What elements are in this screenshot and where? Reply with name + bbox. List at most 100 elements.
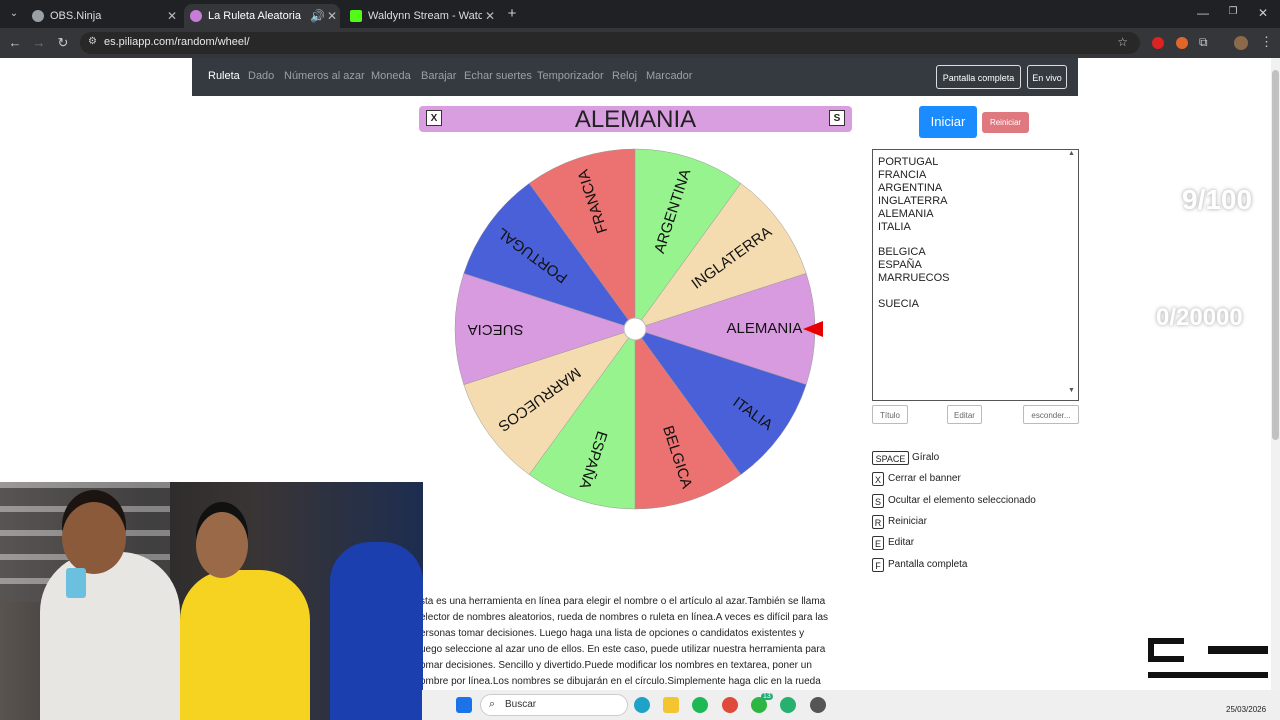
shortcut-key: SPACE <box>872 451 909 465</box>
windows-start-icon[interactable] <box>456 697 472 713</box>
tab-waldynn-stream[interactable]: Waldynn Stream - Watch Live o ✕ <box>344 4 498 28</box>
fullscreen-button[interactable]: Pantalla completa <box>936 65 1021 89</box>
edge-icon[interactable] <box>634 697 650 713</box>
names-textarea[interactable]: PORTUGAL FRANCIA ARGENTINA INGLATERRA ALEMAN… <box>872 149 1079 401</box>
file-explorer-icon[interactable] <box>663 697 679 713</box>
scroll-up-icon[interactable]: ▲ <box>1068 150 1075 157</box>
nav-item-echar-suertes[interactable]: Echar suertes <box>464 70 532 82</box>
wheel-center-hub[interactable] <box>623 317 647 341</box>
shortcut-description: Cerrar el banner <box>888 473 961 485</box>
window-close-icon[interactable]: ✕ <box>1256 6 1270 20</box>
page-scrollbar[interactable] <box>1271 58 1280 690</box>
title-button[interactable]: Título <box>872 405 908 424</box>
hide-button[interactable]: esconder... <box>1023 405 1079 424</box>
chrome-icon[interactable] <box>722 697 738 713</box>
person-right <box>330 542 423 720</box>
overlay-counter-subs: 0/20000 <box>1156 304 1243 331</box>
reset-button[interactable]: Reiniciar <box>982 112 1029 133</box>
description-line: sta es una herramienta en línea para ele… <box>420 596 826 607</box>
live-button[interactable]: En vivo <box>1027 65 1067 89</box>
app-green-icon[interactable] <box>780 697 796 713</box>
clock-date: 25/03/2026 <box>1226 705 1267 714</box>
overlay-counter-goal: 9/100 <box>1182 184 1253 215</box>
wheel[interactable]: ALEMANIAITALIABELGICAESPAÑAMARRUECOSSUEC… <box>450 143 830 515</box>
profile-avatar[interactable] <box>1234 36 1248 50</box>
description-line: ombre por línea.Los nombres se dibujarán… <box>420 676 821 687</box>
taskbar-search[interactable]: ⌕ Buscar <box>480 694 628 716</box>
taskbar: ⌕ Buscar 13 25/03/2026 <box>422 690 1280 720</box>
scroll-down-icon[interactable]: ▼ <box>1068 387 1075 394</box>
extension-red-icon[interactable] <box>1152 37 1164 49</box>
person-middle <box>180 570 310 720</box>
url-text: es.piliapp.com/random/wheel/ <box>104 36 250 48</box>
site-navbar: Ruleta Dado Números al azar Moneda Baraj… <box>192 58 1078 96</box>
extensions-puzzle-icon[interactable]: ⧉ <box>1199 35 1208 50</box>
search-icon: ⌕ <box>489 698 496 710</box>
nav-item-dado[interactable]: Dado <box>248 70 274 82</box>
textarea-line: MARRUECOS <box>878 272 950 285</box>
forward-icon[interactable]: → <box>30 34 48 52</box>
tab-close-icon[interactable]: ✕ <box>482 9 498 23</box>
whatsapp-badge: 13 <box>761 693 773 700</box>
kick-favicon-icon <box>350 10 362 22</box>
shortcut-key: R <box>872 514 884 529</box>
shortcut-key: E <box>872 536 884 551</box>
shortcut-description: Reiniciar <box>888 515 927 527</box>
wheel-segment-label: ALEMANIA <box>727 320 803 337</box>
description-line: omar decisiones. Sencillo y divertido.Pu… <box>420 660 812 671</box>
shortcut-description: Pantalla completa <box>888 558 968 570</box>
tab-obs-ninja[interactable]: OBS.Ninja ✕ <box>26 4 180 28</box>
tab-list-button[interactable]: ⌄ <box>6 6 22 22</box>
nav-item-ruleta[interactable]: Ruleta <box>208 70 240 82</box>
obs-ninja-favicon-icon <box>32 10 44 22</box>
new-tab-button[interactable]: + <box>504 5 520 23</box>
nav-item-marcador[interactable]: Marcador <box>646 70 692 82</box>
nav-item-reloj[interactable]: Reloj <box>612 70 637 82</box>
shortcut-description: Gíralo <box>912 452 940 463</box>
speaker-icon[interactable]: 🔊 <box>310 9 325 23</box>
page-scrollbar-thumb[interactable] <box>1272 70 1279 440</box>
nav-item-numeros-al-azar[interactable]: Números al azar <box>284 70 365 82</box>
textarea-line: ALEMANIA <box>878 207 934 220</box>
back-icon[interactable]: ← <box>6 34 24 52</box>
hide-selected-button[interactable]: S <box>829 110 845 126</box>
search-label: Buscar <box>505 699 537 710</box>
nav-item-barajar[interactable]: Barajar <box>421 70 456 82</box>
address-bar[interactable]: ⚙ es.piliapp.com/random/wheel/ ☆ <box>80 32 1140 54</box>
person-middle-head <box>196 512 248 578</box>
extension-orange-icon[interactable] <box>1176 37 1188 49</box>
restore-icon[interactable]: ❐ <box>1226 6 1240 17</box>
nav-item-moneda[interactable]: Moneda <box>371 70 411 82</box>
reload-icon[interactable]: ↻ <box>54 34 72 52</box>
bookmark-star-icon[interactable]: ☆ <box>1117 35 1128 49</box>
textarea-line: SUECIA <box>878 297 919 310</box>
tab-close-icon[interactable]: ✕ <box>164 9 180 23</box>
textarea-line: ARGENTINA <box>878 181 943 194</box>
textarea-line: INGLATERRA <box>878 194 948 207</box>
person-left <box>40 552 180 720</box>
textarea-line: ESPAÑA <box>878 259 922 272</box>
textarea-scrollbar[interactable]: ▲ ▼ <box>1068 150 1076 398</box>
minimize-icon[interactable]: — <box>1196 6 1210 20</box>
edit-button[interactable]: Editar <box>947 405 982 424</box>
tab-title: La Ruleta Aleatoria <box>208 10 301 22</box>
textarea-line: BELGICA <box>878 246 926 259</box>
nav-item-temporizador[interactable]: Temporizador <box>537 70 604 82</box>
tab-title: Waldynn Stream - Watch Live o <box>368 10 482 22</box>
description-line: uego seleccione al azar uno de ellos. En… <box>420 644 826 655</box>
shortcut-key: X <box>872 472 884 487</box>
stream-overlay: 9/100 0/20000 <box>1110 180 1280 700</box>
description-text: sta es una herramienta en línea para ele… <box>420 594 860 690</box>
shortcut-description: Editar <box>888 537 915 549</box>
shortcut-key: S <box>872 493 884 508</box>
textarea-line: FRANCIA <box>878 168 927 181</box>
obs-icon[interactable] <box>810 697 826 713</box>
tab-close-icon[interactable]: ✕ <box>324 9 340 23</box>
browser-menu-icon[interactable]: ⋮ <box>1260 34 1273 50</box>
site-info-icon[interactable]: ⚙ <box>88 36 97 47</box>
shortcut-description: Ocultar el elemento seleccionado <box>888 494 1036 506</box>
wheel-title-banner: X ALEMANIA S <box>419 106 852 133</box>
tab-ruleta-aleatoria[interactable]: La Ruleta Aleatoria 🔊 ✕ <box>184 4 340 28</box>
spotify-icon[interactable] <box>692 697 708 713</box>
start-button[interactable]: Iniciar <box>919 106 977 138</box>
